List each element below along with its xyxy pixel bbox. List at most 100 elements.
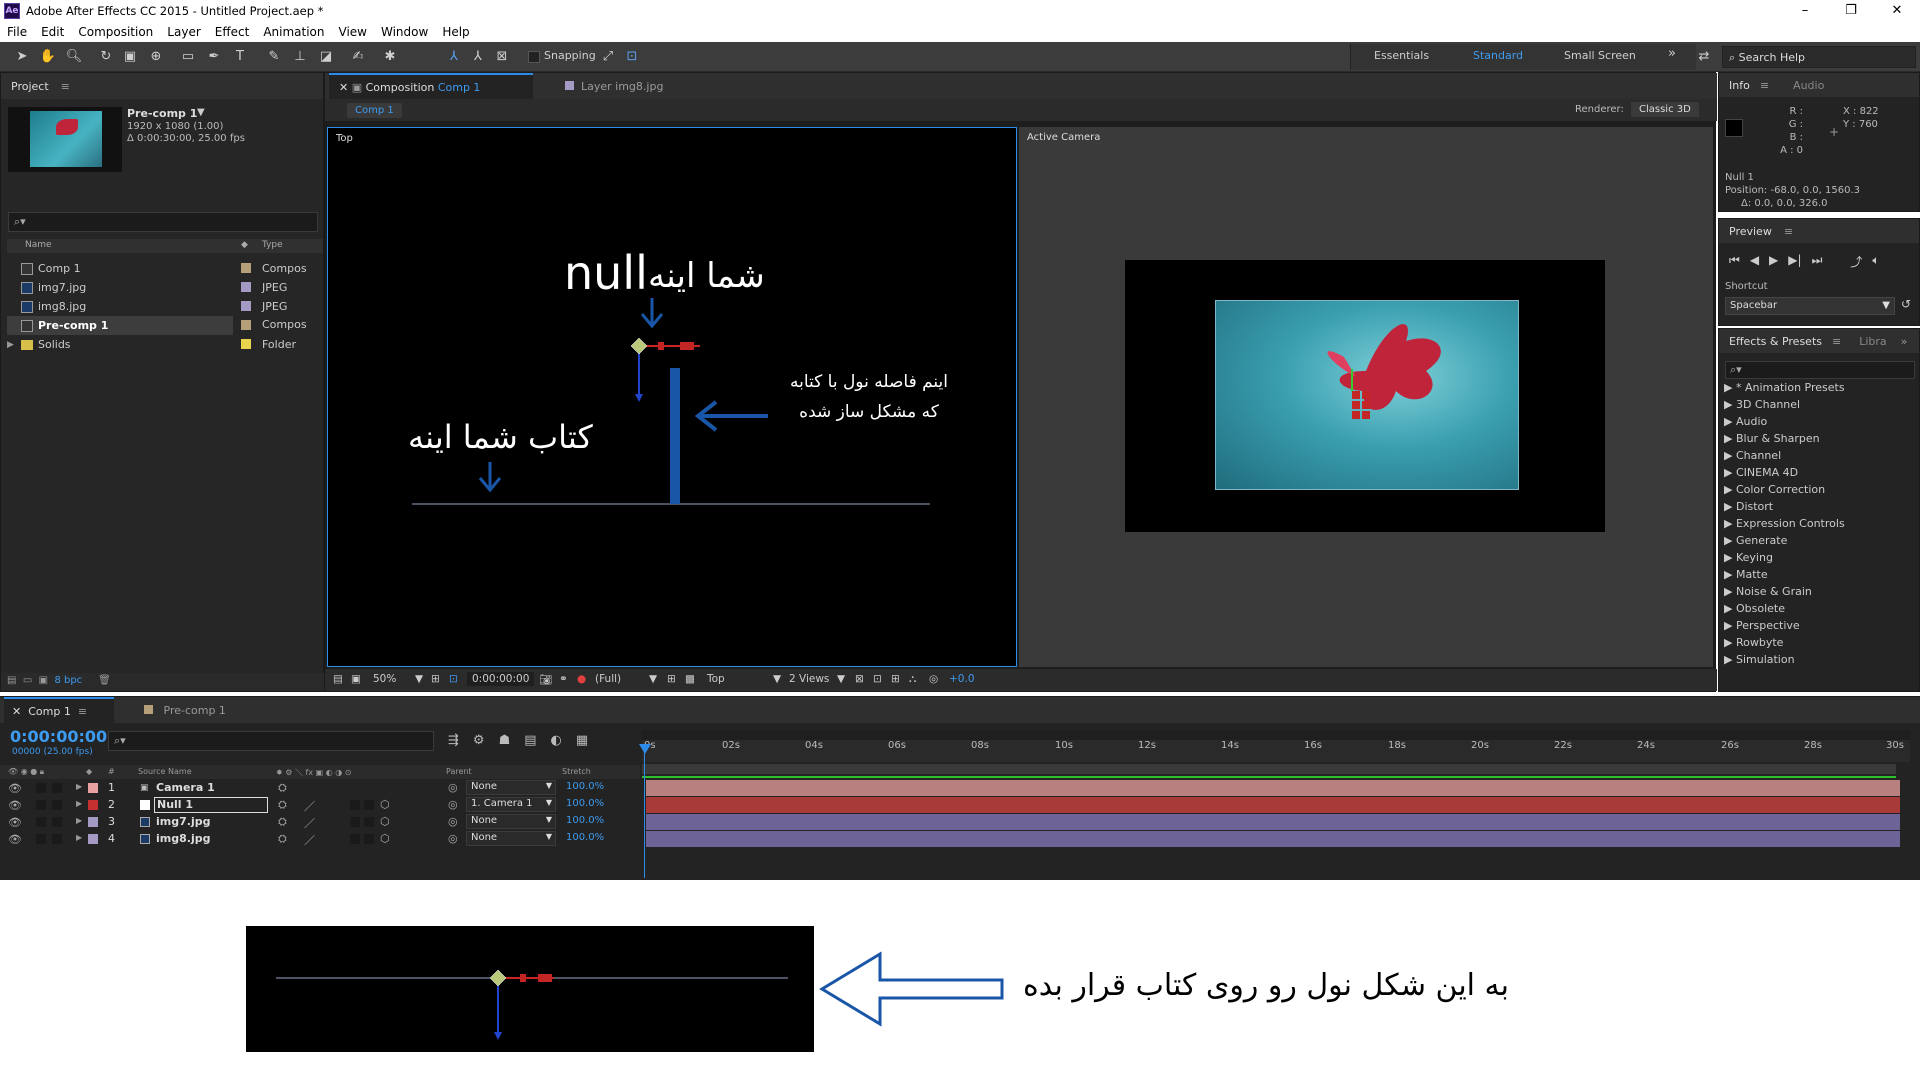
visibility-eye-icon[interactable]: 👁︎	[8, 833, 22, 846]
overflow-icon[interactable]: »	[1901, 335, 1908, 348]
pen-tool-icon[interactable]: ✒	[204, 48, 224, 66]
project-item[interactable]: img8.jpg JPEG	[7, 297, 323, 316]
pixel-aspect-icon[interactable]: ⊠	[855, 673, 864, 685]
layer-name[interactable]: img7.jpg	[156, 815, 210, 828]
parent-select[interactable]: 1. Camera 1 ▼	[466, 797, 556, 812]
puppet-tool-icon[interactable]: ✱	[380, 48, 400, 66]
region-icon[interactable]: ▣	[351, 673, 361, 685]
color-channel-icon[interactable]: ●	[577, 673, 586, 685]
pickwhip-icon[interactable]: ◎	[448, 815, 458, 828]
close-button[interactable]: ✕	[1874, 0, 1920, 22]
viewer-active-camera[interactable]: Active Camera	[1019, 127, 1713, 667]
maximize-button[interactable]: ❐	[1828, 0, 1874, 22]
shy-switch-icon[interactable]: ⛭	[278, 781, 287, 795]
tab-timeline-precomp[interactable]: Pre-comp 1	[140, 697, 226, 723]
snap-edges-icon[interactable]: ⤢	[598, 48, 618, 66]
selection-tool-icon[interactable]: ➤	[12, 48, 32, 66]
expand-triangle-icon[interactable]: ▶	[76, 833, 82, 842]
switch-box[interactable]	[364, 834, 374, 844]
panel-menu-icon[interactable]: ≡	[1760, 79, 1769, 92]
pickwhip-icon[interactable]: ◎	[448, 781, 458, 794]
project-search-input[interactable]: ⌕▾	[8, 212, 318, 232]
rotate-tool-icon[interactable]: ↻	[96, 48, 116, 66]
layer-bar-camera[interactable]	[646, 780, 1900, 796]
reset-icon[interactable]: ↺	[1901, 297, 1911, 311]
switch-box[interactable]	[364, 817, 374, 827]
hand-tool-icon[interactable]: ✋	[38, 48, 58, 66]
new-folder-icon[interactable]: ▭	[23, 675, 32, 686]
exposure-value[interactable]: +0.0	[949, 673, 975, 685]
minimize-button[interactable]: –	[1782, 0, 1828, 22]
frame-blend-icon[interactable]: ▤	[524, 733, 536, 748]
layer-bar-null[interactable]	[646, 797, 1900, 813]
chevron-down-icon[interactable]: ▼	[197, 107, 205, 118]
solo-switch[interactable]	[36, 834, 46, 844]
layer-label-swatch[interactable]	[88, 817, 98, 827]
workspace-small-screen[interactable]: Small Screen	[1564, 49, 1636, 62]
zoom-select[interactable]: 50%	[373, 673, 396, 685]
parent-select[interactable]: None ▼	[466, 831, 556, 846]
first-frame-icon[interactable]: ⏮	[1729, 253, 1740, 270]
current-time-indicator[interactable]	[644, 744, 645, 878]
eraser-tool-icon[interactable]: ◪	[316, 48, 336, 66]
safe-zones-icon[interactable]: ⊞	[431, 673, 440, 685]
playhead-icon[interactable]	[639, 744, 651, 754]
visibility-eye-icon[interactable]: 👁︎	[8, 816, 22, 829]
effects-category[interactable]: ▶ 3D Channel	[1724, 398, 1800, 411]
layer-label-swatch[interactable]	[88, 800, 98, 810]
work-area-bar[interactable]	[642, 730, 1910, 740]
view-axis-icon[interactable]: ⊠	[492, 48, 512, 66]
trash-icon[interactable]: 🗑︎	[98, 675, 111, 686]
view-layout-select[interactable]: 2 Views	[789, 673, 829, 685]
shy-switch-icon[interactable]: ⛭	[278, 832, 287, 846]
project-item[interactable]: img7.jpg JPEG	[7, 278, 323, 297]
label-swatch[interactable]	[241, 301, 251, 311]
rectangle-tool-icon[interactable]: ▭	[178, 48, 198, 66]
timeline-icon[interactable]: ⊡	[873, 673, 882, 685]
motion-blur-icon[interactable]: ◐	[551, 733, 562, 748]
tab-layer[interactable]: Layer img8.jpg	[555, 73, 663, 99]
workspace-overflow-icon[interactable]: »	[1668, 46, 1676, 61]
menu-animation[interactable]: Animation	[256, 25, 331, 39]
workspace-essentials[interactable]: Essentials	[1374, 49, 1429, 62]
col-type[interactable]: Type	[262, 240, 283, 250]
search-help-field[interactable]: ⌕ Search Help	[1722, 46, 1916, 68]
switch-box[interactable]	[350, 817, 360, 827]
sync-settings-icon[interactable]: ⇄	[1694, 48, 1714, 66]
lock-switch[interactable]	[52, 783, 62, 793]
expand-triangle-icon[interactable]: ▶	[76, 782, 82, 791]
panel-menu-icon[interactable]: ≡	[61, 80, 70, 93]
always-preview-icon[interactable]: ▤	[333, 673, 343, 685]
layer-row[interactable]: 👁︎ ▶ 1 ▣ Camera 1 ⛭ ◎ None ▼ 100.0%	[0, 780, 640, 797]
pickwhip-icon[interactable]: ◎	[448, 832, 458, 845]
panel-menu-icon[interactable]: ≡	[1784, 225, 1793, 238]
draft-3d-icon[interactable]: ⚙	[473, 733, 485, 748]
mask-visibility-icon[interactable]: ⊡	[449, 673, 458, 685]
last-frame-icon[interactable]: ⏭	[1812, 253, 1823, 270]
loop-icon[interactable]: ⤴	[1850, 253, 1862, 270]
fast-previews-icon[interactable]: ⊞	[667, 673, 676, 685]
menu-file[interactable]: File	[0, 25, 34, 39]
shy-icon[interactable]: ☗	[499, 733, 511, 748]
reset-exposure-icon[interactable]: ◎	[929, 673, 938, 685]
graph-editor-icon[interactable]: ▦	[576, 733, 588, 748]
tab-composition[interactable]: ✕ ▣ Composition Comp 1	[329, 73, 533, 99]
tab-libraries[interactable]: Libra	[1859, 335, 1886, 348]
work-area-range[interactable]	[642, 764, 1896, 774]
layer-row[interactable]: 👁︎ ▶ 3 img7.jpg ⛭ ／ ⬡ ◎ None ▼ 100.0%	[0, 814, 640, 831]
audio-icon[interactable]: 🔈︎	[1872, 253, 1879, 270]
current-time-display[interactable]: 0:00:00:00	[467, 672, 535, 686]
roto-brush-tool-icon[interactable]: ✍	[348, 48, 368, 66]
layer-name[interactable]: img8.jpg	[156, 832, 210, 845]
layer-bar-img7[interactable]	[646, 814, 1900, 830]
3d-layer-icon[interactable]: ⬡	[380, 815, 390, 828]
previous-frame-icon[interactable]: ◀	[1750, 253, 1759, 270]
resolution-select[interactable]: (Full)	[595, 673, 621, 685]
menu-effect[interactable]: Effect	[208, 25, 257, 39]
interpret-footage-icon[interactable]: ▤	[7, 675, 16, 686]
tab-info[interactable]: Info	[1729, 79, 1750, 92]
menu-composition[interactable]: Composition	[71, 25, 160, 39]
col-name[interactable]: Name	[25, 240, 52, 250]
camera-tool-icon[interactable]: ▣	[120, 48, 140, 66]
quality-switch-icon[interactable]: ／	[304, 832, 315, 848]
